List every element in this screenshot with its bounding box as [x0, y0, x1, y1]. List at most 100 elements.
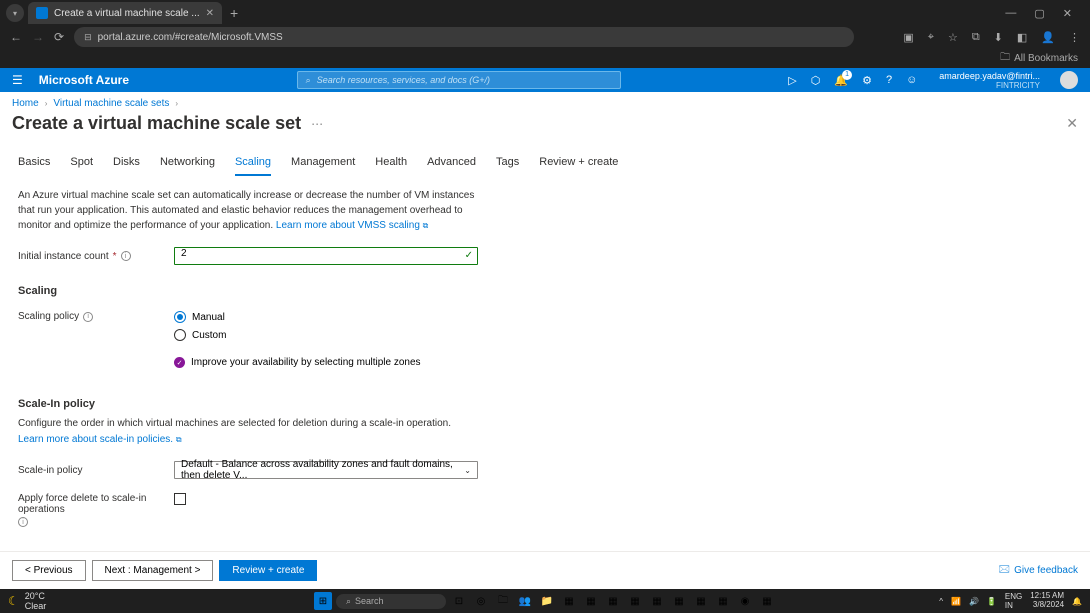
back-button[interactable]: ← — [10, 30, 22, 44]
azure-favicon — [36, 7, 48, 19]
scalein-policy-select[interactable]: Default - Balance across availability zo… — [174, 461, 478, 479]
settings-icon[interactable]: ⚙ — [862, 74, 872, 87]
scaling-policy-custom[interactable]: Custom — [174, 329, 226, 341]
copilot-icon[interactable]: ◎ — [472, 592, 490, 610]
explorer-icon[interactable]: 🗀 — [494, 592, 512, 610]
initial-count-input[interactable]: 2 ✓ — [174, 247, 478, 265]
force-delete-label: Apply force delete to scale-in operation… — [18, 493, 174, 527]
tab-tags[interactable]: Tags — [496, 156, 519, 176]
qr-icon[interactable]: ⌖ — [928, 31, 934, 44]
panel-icon[interactable]: ◧ — [1017, 31, 1027, 44]
valid-check-icon: ✓ — [465, 250, 473, 261]
info-icon[interactable]: i — [18, 517, 28, 527]
menu-icon[interactable]: ⋮ — [1069, 31, 1080, 44]
tab-basics[interactable]: Basics — [18, 156, 50, 176]
page-title: Create a virtual machine scale set — [12, 113, 301, 134]
start-button[interactable]: ⊞ — [314, 592, 332, 610]
terminal-icon[interactable]: ▦ — [758, 592, 776, 610]
breadcrumb-vmss[interactable]: Virtual machine scale sets — [53, 98, 169, 109]
tab-review[interactable]: Review + create — [539, 156, 618, 176]
app-icon[interactable]: ▦ — [648, 592, 666, 610]
folder-icon[interactable]: 📁 — [538, 592, 556, 610]
taskbar-search[interactable]: ⌕ Search — [336, 594, 446, 609]
close-blade-icon[interactable]: ✕ — [1066, 115, 1078, 132]
radio-icon — [174, 311, 186, 323]
notifications-icon[interactable]: 🔔 — [834, 74, 848, 87]
app-icon[interactable]: ▦ — [626, 592, 644, 610]
url-bar[interactable]: ⊟ portal.azure.com/#create/Microsoft.VMS… — [74, 27, 854, 47]
system-clock[interactable]: 12:15 AM 3/8/2024 — [1030, 592, 1064, 610]
hamburger-icon[interactable]: ☰ — [12, 73, 23, 87]
scalein-policy-label: Scale-in policy — [18, 465, 174, 476]
tab-scaling[interactable]: Scaling — [235, 156, 271, 176]
app-icon[interactable]: ▦ — [560, 592, 578, 610]
more-actions-icon[interactable]: ⋯ — [311, 117, 323, 131]
wifi-icon[interactable]: 📶 — [951, 597, 961, 606]
tab-dropdown[interactable]: ▾ — [6, 4, 24, 22]
zones-hint: Improve your availability by selecting m… — [191, 357, 421, 368]
tab-disks[interactable]: Disks — [113, 156, 140, 176]
star-icon[interactable]: ☆ — [948, 31, 958, 44]
chrome-icon[interactable]: ◉ — [736, 592, 754, 610]
user-account[interactable]: amardeep.yadav@fintri... FINTRICITY — [939, 71, 1040, 90]
breadcrumb-home[interactable]: Home — [12, 98, 39, 109]
tab-title: Create a virtual machine scale ... — [54, 8, 200, 19]
global-search[interactable]: ⌕ Search resources, services, and docs (… — [297, 71, 621, 89]
minimize-icon[interactable]: — — [1005, 7, 1016, 20]
app-icon[interactable]: ▦ — [604, 592, 622, 610]
learn-more-scalein-link[interactable]: Learn more about scale-in policies. ⧉ — [18, 434, 182, 445]
scaling-policy-label: Scaling policy i — [18, 311, 174, 322]
next-button[interactable]: Next : Management > — [92, 560, 214, 581]
tab-health[interactable]: Health — [375, 156, 407, 176]
info-icon[interactable]: i — [121, 251, 131, 261]
site-info-icon[interactable]: ⊟ — [84, 32, 92, 43]
info-icon[interactable]: i — [83, 312, 93, 322]
weather-widget[interactable]: ☾ 20°C Clear — [8, 591, 46, 611]
avatar[interactable] — [1060, 71, 1078, 89]
weather-icon: ☾ — [8, 594, 19, 608]
force-delete-checkbox[interactable] — [174, 493, 186, 505]
review-create-button[interactable]: Review + create — [219, 560, 317, 581]
forward-button[interactable]: → — [32, 30, 44, 44]
app-icon[interactable]: ▦ — [670, 592, 688, 610]
app-icon[interactable]: ▦ — [714, 592, 732, 610]
give-feedback-link[interactable]: 🖂 Give feedback — [998, 562, 1078, 579]
copilot-icon[interactable]: ⬡ — [811, 74, 821, 87]
cast-icon[interactable]: ▣ — [903, 31, 913, 44]
scalein-section-title: Scale-In policy — [18, 398, 1072, 410]
language-indicator[interactable]: ENG IN — [1005, 592, 1022, 610]
learn-more-vmss-link[interactable]: Learn more about VMSS scaling ⧉ — [276, 220, 428, 231]
help-icon[interactable]: ? — [886, 74, 892, 86]
refresh-button[interactable]: ⟳ — [54, 30, 64, 44]
azure-brand[interactable]: Microsoft Azure — [39, 73, 129, 87]
download-icon[interactable]: ⬇ — [994, 31, 1003, 44]
new-tab-button[interactable]: + — [230, 5, 238, 21]
tab-management[interactable]: Management — [291, 156, 355, 176]
cloud-shell-icon[interactable]: ▷ — [788, 74, 796, 87]
search-icon: ⌕ — [346, 596, 351, 607]
tab-advanced[interactable]: Advanced — [427, 156, 476, 176]
browser-tab[interactable]: Create a virtual machine scale ... ✕ — [28, 2, 222, 24]
app-icon[interactable]: ▦ — [582, 592, 600, 610]
tray-chevron-icon[interactable]: ^ — [939, 597, 943, 606]
task-view-icon[interactable]: ⊡ — [450, 592, 468, 610]
user-tenant: FINTRICITY — [939, 81, 1040, 90]
tab-spot[interactable]: Spot — [70, 156, 93, 176]
scaling-section-title: Scaling — [18, 285, 1072, 297]
tab-networking[interactable]: Networking — [160, 156, 215, 176]
profile-icon[interactable]: 👤 — [1041, 31, 1055, 44]
battery-icon[interactable]: 🔋 — [987, 597, 997, 606]
external-link-icon: ⧉ — [423, 221, 429, 230]
scaling-policy-manual[interactable]: Manual — [174, 311, 226, 323]
close-tab-icon[interactable]: ✕ — [206, 8, 214, 19]
maximize-icon[interactable]: ▢ — [1034, 7, 1044, 20]
all-bookmarks-link[interactable]: All Bookmarks — [1014, 53, 1078, 64]
vscode-icon[interactable]: ▦ — [692, 592, 710, 610]
teams-icon[interactable]: 👥 — [516, 592, 534, 610]
extensions-icon[interactable]: ⧉ — [972, 31, 980, 44]
notifications-tray-icon[interactable]: 🔔 — [1072, 597, 1082, 606]
previous-button[interactable]: < Previous — [12, 560, 86, 581]
close-window-icon[interactable]: ✕ — [1063, 7, 1072, 20]
volume-icon[interactable]: 🔊 — [969, 597, 979, 606]
feedback-header-icon[interactable]: ☺ — [906, 74, 917, 86]
